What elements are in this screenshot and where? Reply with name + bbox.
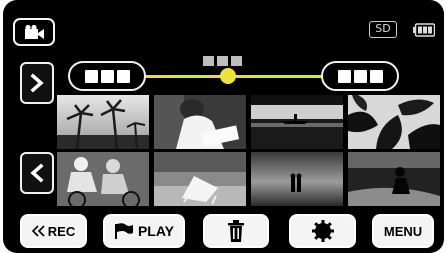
storage-sd-badge: SD [369, 21, 397, 38]
thumbnail-running-child[interactable] [348, 152, 440, 206]
trash-icon [228, 220, 244, 242]
thumbnail-cyclists[interactable] [57, 152, 149, 206]
current-date-label [203, 56, 242, 66]
next-date-button[interactable] [321, 61, 399, 91]
battery-icon [413, 23, 435, 37]
thumbnail-reading-person[interactable] [154, 95, 246, 149]
chevron-left-icon [30, 163, 44, 183]
chevron-right-icon [30, 73, 44, 93]
thumbnail-palm-trees[interactable] [57, 95, 149, 149]
rec-label: REC [47, 223, 76, 239]
menu-label: MENU [383, 223, 423, 239]
video-mode-button[interactable] [13, 18, 55, 46]
thumbnail-canoe-on-lake[interactable] [251, 95, 343, 149]
thumbnail-leaves[interactable] [348, 95, 440, 149]
play-button[interactable]: PLAY [103, 214, 185, 248]
previous-page-button[interactable] [20, 152, 54, 194]
thumbnail-couple-on-beach[interactable] [251, 152, 343, 206]
video-camera-icon [25, 24, 44, 39]
delete-button[interactable] [203, 214, 269, 248]
gear-icon [311, 220, 334, 242]
flag-icon [114, 223, 133, 239]
menu-button[interactable]: MENU [372, 214, 434, 248]
settings-button[interactable] [289, 214, 356, 248]
camera-screen: SD REC PLAY MENU [3, 0, 444, 253]
previous-date-button[interactable] [68, 61, 146, 91]
rec-mode-button[interactable]: REC [20, 214, 87, 248]
next-page-button[interactable] [20, 62, 54, 104]
date-slider-handle[interactable] [220, 68, 236, 84]
thumbnail-beach-chair[interactable] [154, 152, 246, 206]
double-chevron-left-icon [31, 225, 45, 237]
play-label: PLAY [137, 223, 175, 239]
